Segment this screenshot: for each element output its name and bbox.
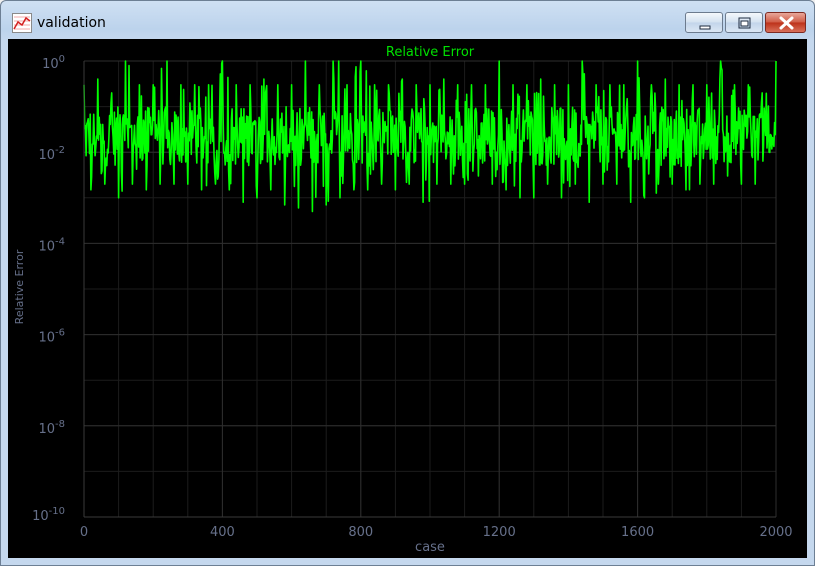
validation-window: validation 100 10-2 10-4 10-6 10-8 10-10 0 40 — [0, 0, 815, 566]
maximize-button[interactable] — [725, 12, 763, 33]
minimize-button[interactable] — [685, 12, 723, 33]
y-axis-label: Relative Error — [13, 249, 26, 324]
close-icon — [779, 16, 794, 30]
relative-error-chart: 100 10-2 10-4 10-6 10-8 10-10 0 400 800 1200 1600… — [13, 45, 793, 555]
chart-icon — [12, 13, 32, 33]
x-tick-label: 1200 — [483, 525, 516, 540]
y-tick-label: 100 — [42, 54, 65, 72]
x-axis-label: case — [415, 540, 445, 555]
y-tick-label: 10-10 — [32, 506, 65, 524]
x-tick-label: 400 — [210, 525, 235, 540]
y-tick-label: 10-6 — [38, 328, 65, 346]
x-tick-label: 0 — [80, 525, 88, 540]
x-tick-label: 1600 — [621, 525, 654, 540]
window-title: validation — [37, 15, 106, 31]
y-tick-label: 10-2 — [38, 145, 65, 163]
x-tick-label: 2000 — [759, 525, 792, 540]
chart-area: 100 10-2 10-4 10-6 10-8 10-10 0 400 800 1200 1600… — [8, 39, 807, 558]
chart-title: Relative Error — [386, 45, 475, 60]
title-bar[interactable]: validation — [1, 1, 814, 39]
close-button[interactable] — [765, 12, 806, 33]
maximize-icon — [738, 17, 751, 29]
x-tick-labels: 0 400 800 1200 1600 2000 — [80, 525, 793, 540]
y-tick-label: 10-4 — [38, 236, 65, 254]
y-tick-labels: 100 10-2 10-4 10-6 10-8 10-10 — [32, 54, 65, 524]
minimize-icon — [699, 25, 711, 30]
y-tick-label: 10-8 — [38, 419, 65, 437]
x-tick-label: 800 — [348, 525, 373, 540]
